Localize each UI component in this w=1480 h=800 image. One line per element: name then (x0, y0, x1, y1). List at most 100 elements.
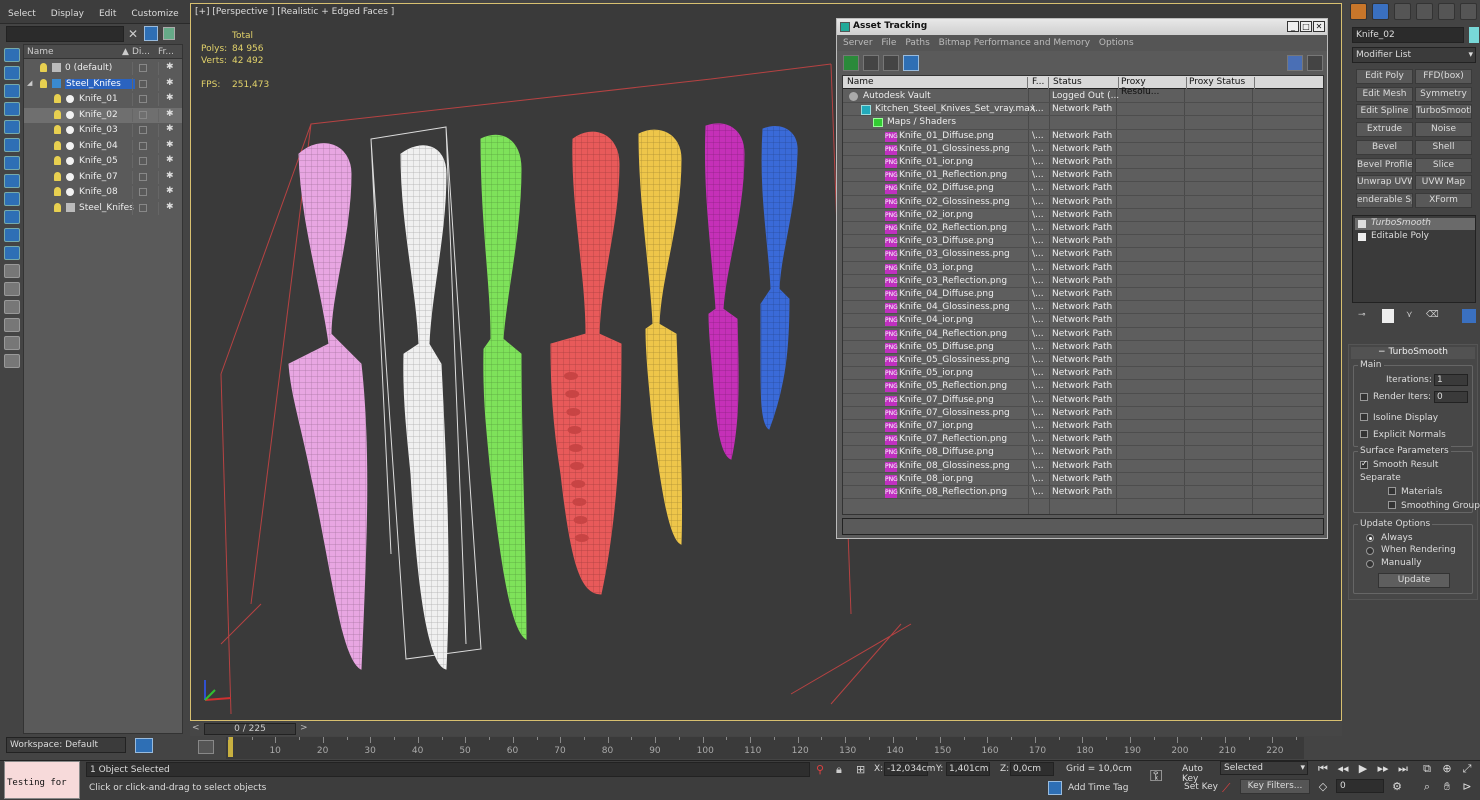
sort-asc-icon[interactable]: ▲ (122, 47, 129, 57)
visibility-bulb-icon[interactable] (54, 156, 61, 165)
visibility-bulb-icon[interactable] (54, 187, 61, 196)
asset-row[interactable]: PNG Knife_01_Diffuse.png \... Network Path (843, 130, 1323, 143)
asset-row[interactable]: PNG Knife_03_ior.png \... Network Path (843, 262, 1323, 275)
iterations-spinner[interactable]: 1 (1434, 374, 1468, 386)
field-of-view-icon[interactable]: ⊳ (1458, 779, 1476, 794)
asset-menu-server[interactable]: Server (837, 35, 873, 48)
pin-stack-icon[interactable]: ⊸ (1358, 310, 1372, 322)
key-filters-button[interactable]: Key Filters... (1240, 779, 1310, 794)
asset-row[interactable]: PNG Knife_04_Diffuse.png \... Network Path (843, 288, 1323, 302)
display-toggle[interactable] (132, 139, 154, 153)
column-proxy-status[interactable]: Proxy Status (1189, 77, 1255, 89)
asset-row[interactable]: PNG Knife_02_ior.png \... Network Path (843, 209, 1323, 222)
modifier-button[interactable]: Symmetry (1415, 86, 1472, 102)
tree-icon[interactable] (883, 55, 899, 71)
always-radio[interactable] (1366, 534, 1374, 542)
explorer-row[interactable]: 0 (default) ✱ (24, 61, 182, 76)
lightbulb-icon[interactable] (1358, 220, 1366, 228)
explorer-row[interactable]: Knife_08 ✱ (24, 185, 182, 200)
auto-key-button[interactable]: Auto Key (1178, 762, 1218, 784)
isolate-icon[interactable]: ⚲ (816, 763, 824, 776)
maximize-icon[interactable]: □ (1300, 21, 1312, 32)
smooth-result-checkbox[interactable] (1360, 459, 1368, 469)
display-toggle[interactable] (132, 124, 154, 137)
current-frame-field[interactable]: 0 (1336, 779, 1384, 793)
asset-menu-file[interactable]: File (875, 35, 896, 48)
visibility-bulb-icon[interactable] (54, 202, 61, 212)
display-toggle[interactable] (132, 62, 154, 75)
visibility-bulb-icon[interactable] (54, 109, 61, 119)
filter-icon[interactable] (144, 26, 158, 41)
next-frame-icon[interactable]: > (300, 723, 308, 733)
modifier-button[interactable]: FFD(box) (1415, 69, 1472, 84)
modifier-button[interactable]: Bevel Profile (1356, 157, 1413, 173)
smoothing-groups-checkbox[interactable] (1388, 501, 1396, 509)
display-tab-icon[interactable] (1438, 3, 1455, 20)
asset-row[interactable]: PNG Knife_01_Glossiness.png \... Network Pa… (843, 143, 1323, 156)
freeze-toggle[interactable]: ✱ (158, 155, 180, 168)
expand-icon[interactable]: ◢ (27, 79, 32, 87)
asset-row[interactable]: PNG Knife_03_Glossiness.png \... Network Pa… (843, 248, 1323, 262)
freeze-toggle[interactable]: ✱ (158, 93, 180, 106)
funnel-icon[interactable] (4, 318, 20, 332)
materials-checkbox[interactable] (1388, 487, 1396, 495)
close-icon[interactable]: ✕ (1313, 21, 1325, 32)
time-slider[interactable]: < 0 / 225 > (190, 722, 1342, 736)
x-coordinate[interactable]: -12,034cm (884, 762, 935, 776)
asset-row[interactable]: PNG Knife_02_Diffuse.png \... Network Path (843, 182, 1323, 196)
prev-key-icon[interactable]: ◂◂ (1334, 761, 1352, 776)
pan-icon[interactable]: ✋︎ (1438, 779, 1456, 794)
goto-end-icon[interactable]: ⏭ (1394, 761, 1412, 776)
display-toggle[interactable] (132, 186, 154, 199)
isoline-checkbox[interactable] (1360, 413, 1368, 421)
visibility-bulb-icon[interactable] (54, 140, 61, 150)
asset-row[interactable]: PNG Knife_04_Glossiness.png \... Network Pa… (843, 301, 1323, 315)
asset-row[interactable]: Autodesk Vault Logged Out (... (843, 90, 1323, 104)
object-color-swatch[interactable] (1469, 27, 1479, 43)
select-shapes-icon[interactable] (4, 102, 20, 116)
asset-menu-bitmap[interactable]: Bitmap Performance and Memory (933, 35, 1090, 48)
display-toggle[interactable] (132, 170, 154, 184)
asset-menu-paths[interactable]: Paths (899, 35, 929, 48)
motion-tab-icon[interactable] (1416, 3, 1433, 20)
orbit-icon[interactable]: ⊕ (1438, 761, 1456, 776)
close-icon[interactable]: ✕ (128, 27, 138, 41)
column-proxy-resolution[interactable]: Proxy Resolu... (1121, 77, 1187, 97)
freeze-toggle[interactable]: ✱ (158, 108, 180, 122)
asset-row[interactable]: PNG Knife_05_Glossiness.png \... Network Pa… (843, 354, 1323, 368)
asset-row[interactable]: PNG Knife_08_ior.png \... Network Path (843, 473, 1323, 486)
z-coordinate[interactable]: 0,0cm (1010, 762, 1054, 776)
key-mode-dropdown[interactable]: Selected ▾ (1220, 761, 1308, 775)
explorer-row[interactable]: Knife_03 ✱ (24, 123, 182, 138)
freeze-toggle[interactable]: ✱ (158, 170, 180, 184)
asset-path-field[interactable] (842, 518, 1324, 535)
key-mode-toggle-icon[interactable]: ⧉ (1418, 761, 1436, 776)
asset-row[interactable]: PNG Knife_05_Reflection.png \... Network Pa… (843, 380, 1323, 394)
select-cameras-icon[interactable] (4, 138, 20, 152)
asset-row[interactable]: PNG Knife_05_ior.png \... Network Path (843, 367, 1323, 381)
expand-plus-icon[interactable] (1358, 233, 1366, 241)
explorer-row[interactable]: Knife_04 ✱ (24, 139, 182, 154)
display-toggle[interactable] (132, 93, 154, 106)
hierarchy-tab-icon[interactable] (1394, 3, 1411, 20)
mini-curve-editor-icon[interactable] (198, 740, 214, 754)
select-helpers-icon[interactable] (4, 156, 20, 170)
menu-select[interactable]: Select (0, 0, 43, 19)
modifier-button[interactable]: Shell (1415, 139, 1472, 155)
select-lights-icon[interactable] (4, 120, 20, 134)
freeze-toggle[interactable]: ✱ (158, 62, 180, 75)
add-time-tag[interactable]: Add Time Tag (1068, 783, 1128, 793)
asset-menu-options[interactable]: Options (1093, 35, 1134, 48)
time-marker[interactable] (228, 737, 233, 757)
maximize-viewport-icon[interactable]: ⤢ (1458, 761, 1476, 776)
column-display[interactable]: Di... (132, 47, 150, 57)
key-filter-icon[interactable]: ⟋ (1222, 781, 1230, 796)
asset-row[interactable]: PNG Knife_08_Reflection.png \... Network Pa… (843, 486, 1323, 500)
zoom-icon[interactable]: ⌕ (1418, 779, 1436, 794)
visibility-bulb-icon[interactable] (54, 125, 61, 134)
explorer-row[interactable]: Steel_Knifes ✱ (24, 201, 182, 216)
asset-row[interactable]: PNG Knife_02_Reflection.png \... Network Pa… (843, 222, 1323, 236)
time-config-icon[interactable]: ⚙ (1388, 779, 1406, 794)
remove-modifier-icon[interactable]: ⌫ (1426, 310, 1440, 322)
modifier-button[interactable]: TurboSmooth (1415, 104, 1472, 120)
